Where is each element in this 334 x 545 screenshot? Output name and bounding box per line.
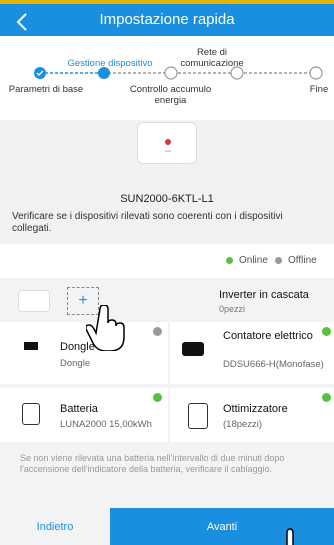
card-dongle[interactable]: Dongle Dongle: [0, 322, 168, 384]
dongle-icon: [22, 342, 40, 364]
step-label-rete: Rete di comunicazione: [180, 47, 244, 69]
offline-dot-icon: [275, 257, 282, 264]
card-title: Contatore elettrico: [223, 330, 313, 342]
cascade-label: Inverter in cascata: [219, 289, 309, 301]
online-dot-icon: [322, 327, 331, 336]
hand-pointer-icon: [286, 528, 294, 545]
device-model: SUN2000-6KTL-L1: [120, 193, 214, 205]
page-title: Impostazione rapida: [99, 11, 235, 28]
step-dot-done: [34, 67, 46, 79]
stepper: Parametri di base Gestione dispositivo C…: [0, 36, 334, 120]
online-dot-icon: [322, 393, 331, 402]
card-title: Batteria: [60, 403, 98, 415]
optimizer-icon: [188, 403, 208, 429]
card-ottimizzatore[interactable]: Ottimizzatore (18pezzi): [170, 388, 334, 442]
inverter-image: [137, 122, 197, 164]
status-online: Online: [226, 255, 268, 266]
cascade-count: 0pezzi: [219, 304, 246, 314]
step-label-fine: Fine: [309, 84, 329, 95]
step-label-controllo: Controllo accumulo energia: [129, 84, 212, 106]
status-online-label: Online: [239, 255, 268, 266]
card-title: Ottimizzatore: [223, 403, 288, 415]
card-contatore[interactable]: Contatore elettrico DDSU666-H(Monofase): [170, 322, 334, 384]
card-sub: DDSU666-H(Monofase): [223, 359, 324, 370]
step-label-gestione: Gestione dispositivo: [67, 58, 153, 69]
meter-icon: [182, 342, 204, 362]
online-dot-icon: [153, 393, 162, 402]
battery-note: Se non viene rilevata una batteria nell'…: [20, 453, 285, 474]
status-legend: Online Offline: [0, 244, 334, 278]
online-dot-icon: [226, 257, 233, 264]
battery-icon: [22, 403, 40, 425]
card-sub: Dongle: [60, 358, 91, 369]
status-offline: Offline: [275, 255, 317, 266]
card-sub: LUNA2000 15,00kWh: [60, 419, 152, 430]
back-button[interactable]: Indietro: [0, 508, 110, 545]
status-offline-label: Offline: [288, 255, 317, 266]
offline-dot-icon: [153, 327, 162, 336]
inverter-thumb: [18, 290, 50, 312]
card-sub: (18pezzi): [223, 419, 263, 430]
step-dot-pending: [309, 66, 323, 80]
step-label-parametri: Parametri di base: [8, 84, 84, 95]
card-batteria[interactable]: Batteria LUNA2000 15,00kWh: [0, 388, 168, 442]
top-bar: Impostazione rapida: [0, 0, 334, 36]
stepper-track: [34, 66, 323, 80]
hand-pointer-icon: [86, 305, 125, 351]
verify-text: Verificare se i dispositivi rilevati son…: [12, 211, 283, 234]
huawei-logo-icon: [165, 139, 171, 152]
next-button[interactable]: Avanti: [110, 508, 334, 545]
